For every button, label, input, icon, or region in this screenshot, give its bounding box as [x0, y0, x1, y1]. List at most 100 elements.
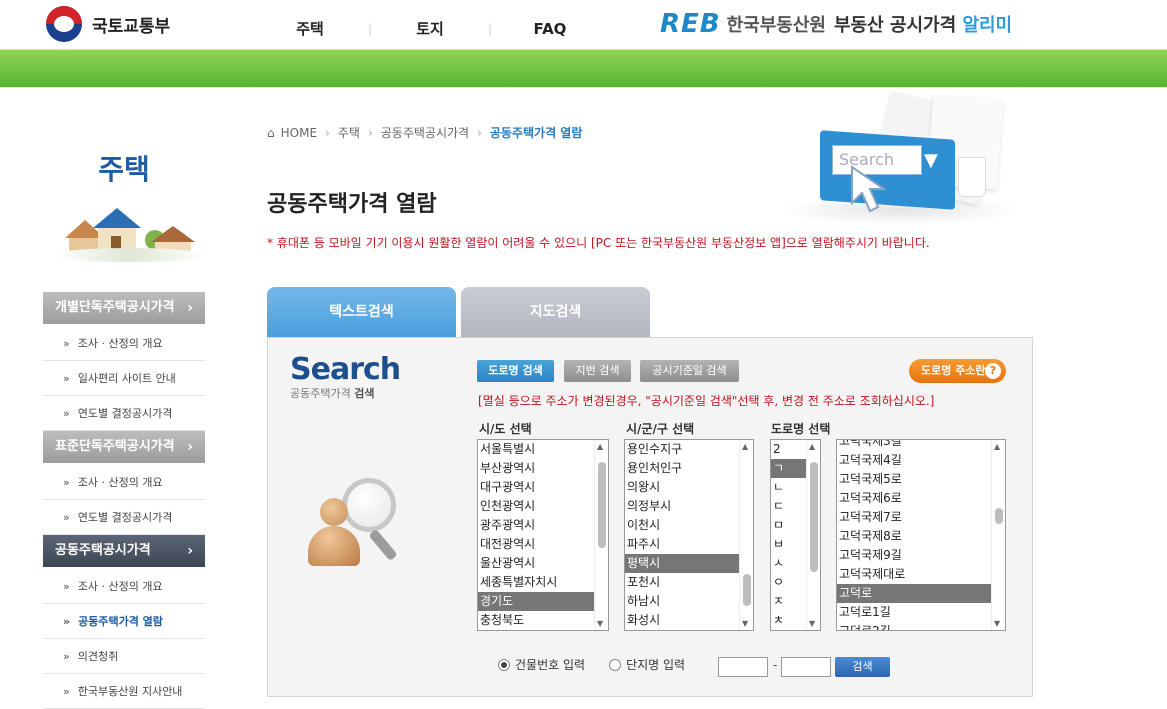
road-option[interactable]: 고덕국제7로 — [837, 508, 991, 527]
initial-option[interactable]: ㅁ — [771, 516, 806, 535]
initial-option[interactable]: ㄷ — [771, 497, 806, 516]
road-option[interactable]: 고덕국제8로 — [837, 527, 991, 546]
sido-option[interactable]: 경기도 — [478, 592, 594, 611]
radio-building-number[interactable] — [498, 658, 510, 671]
breadcrumb-item[interactable]: 공동주택공시가격 — [381, 124, 469, 141]
initial-option[interactable]: ㄴ — [771, 478, 806, 497]
radio-label: 단지명 입력 — [626, 658, 686, 672]
sidebar-group-individual[interactable]: 개별단독주택공시가격 › — [43, 292, 205, 324]
sigungu-option[interactable]: 의왕시 — [625, 478, 739, 497]
sidebar-item[interactable]: » 의견청취 — [43, 639, 205, 674]
scrollbar[interactable]: ▲ ▼ — [991, 440, 1005, 630]
scroll-thumb[interactable] — [995, 508, 1003, 524]
sigungu-label: 시/군/구 선택 — [626, 422, 695, 436]
scrollbar[interactable]: ▲ ▼ — [806, 440, 820, 630]
sidebar-group-apartment[interactable]: 공동주택공시가격 › — [43, 535, 205, 567]
road-option[interactable]: 고덕로2길 — [837, 622, 991, 630]
sidebar-item[interactable]: » 연도별 결정공시가격 — [43, 396, 205, 431]
initial-option[interactable]: ㅅ — [771, 554, 806, 573]
road-label: 도로명 선택 — [771, 422, 831, 436]
road-help-label: 도로명 주소란 — [921, 364, 986, 377]
road-option[interactable]: 고덕로 — [837, 584, 991, 603]
sidebar-group-standard[interactable]: 표준단독주택공시가격 › — [43, 431, 205, 463]
road-option[interactable]: 고덕국제3길 — [837, 440, 991, 451]
sidebar-item[interactable]: » 연도별 결정공시가격 — [43, 500, 205, 535]
home-icon: ⌂ — [267, 125, 275, 140]
sido-option[interactable]: 충청북도 — [478, 611, 594, 630]
nav-land[interactable]: 토지 — [390, 18, 470, 39]
scrollbar[interactable]: ▲ ▼ — [594, 440, 608, 630]
building-number-main-input[interactable] — [718, 657, 768, 677]
chevron-right-icon: › — [325, 125, 330, 140]
bullet-icon: » — [63, 615, 71, 628]
pencil-cup-icon — [958, 157, 986, 197]
search-logo: Search 공동주택가격 검색 — [290, 352, 401, 401]
road-option[interactable]: 고덕국제4길 — [837, 451, 991, 470]
scroll-thumb[interactable] — [743, 574, 751, 606]
sido-option[interactable]: 세종특별자치시 — [478, 573, 594, 592]
nav-housing[interactable]: 주택 — [270, 18, 350, 39]
sigungu-option[interactable]: 용인수지구 — [625, 440, 739, 459]
sigungu-option[interactable]: 평택시 — [625, 554, 739, 573]
road-option[interactable]: 고덕국제6로 — [837, 489, 991, 508]
sigungu-option[interactable]: 용인처인구 — [625, 459, 739, 478]
chevron-right-icon: › — [367, 125, 373, 140]
initial-option[interactable]: ㄱ — [771, 459, 806, 478]
road-name-select[interactable]: 고덕국제3길 고덕국제4길 고덕국제5로 고덕국제6로 고덕국제7로 고덕국제8로 고덕국제… — [836, 439, 1006, 631]
input-type-radios: 건물번호 입력 단지명 입력 — [498, 656, 709, 673]
tab-map-search[interactable]: 지도검색 — [461, 287, 650, 337]
sido-option[interactable]: 울산광역시 — [478, 554, 594, 573]
sigungu-select[interactable]: 용인수지구 용인처인구 의왕시 의정부시 이천시 파주시 평택시 포천시 하남시 화성시 ▲ ▼ — [624, 439, 754, 631]
ministry-logo[interactable]: 국토교통부 — [46, 5, 170, 43]
sido-option[interactable]: 인천광역시 — [478, 497, 594, 516]
road-address-help-button[interactable]: 도로명 주소란 ? — [909, 359, 1006, 383]
sido-select[interactable]: 서울특별시 부산광역시 대구광역시 인천광역시 광주광역시 대전광역시 울산광역시 세종특별자… — [477, 439, 609, 631]
sigungu-option[interactable]: 화성시 — [625, 611, 739, 630]
bullet-icon: » — [63, 650, 70, 663]
sidebar-item[interactable]: » 일사편리 사이트 안내 — [43, 361, 205, 396]
road-name-search-button[interactable]: 도로명 검색 — [477, 360, 554, 382]
sigungu-option[interactable]: 의정부시 — [625, 497, 739, 516]
breadcrumb-item[interactable]: 주택 — [338, 124, 360, 141]
scrollbar[interactable]: ▲ ▼ — [739, 440, 753, 630]
base-date-search-button[interactable]: 공시기준일 검색 — [640, 360, 739, 382]
reb-logo[interactable]: REB 한국부동산원 부동산 공시가격 알리미 — [660, 9, 1012, 39]
sido-option[interactable]: 대전광역시 — [478, 535, 594, 554]
sidebar-item-label: 조사 · 산정의 개요 — [77, 337, 163, 350]
road-initial-select[interactable]: 2ㄱㄴㄷㅁㅂㅅㅇㅈㅊ ▲ ▼ — [770, 439, 821, 631]
sidebar-item[interactable]: » 조사 · 산정의 개요 — [43, 569, 205, 604]
sidebar-item-current[interactable]: » 공동주택가격 열람 — [43, 604, 205, 639]
search-logo-sub-1: 공동주택가격 — [290, 387, 351, 400]
initial-option[interactable]: ㅊ — [771, 611, 806, 630]
sigungu-option[interactable]: 포천시 — [625, 573, 739, 592]
sido-option[interactable]: 대구광역시 — [478, 478, 594, 497]
breadcrumb-current: 공동주택가격 열람 — [489, 126, 583, 140]
initial-option[interactable]: 2 — [771, 440, 806, 459]
radio-complex-name[interactable] — [609, 658, 622, 671]
search-submit-button[interactable]: 검색 — [835, 657, 890, 677]
sido-option[interactable]: 서울특별시 — [478, 440, 594, 459]
sigungu-option[interactable]: 하남시 — [625, 592, 739, 611]
initial-option[interactable]: ㅇ — [771, 573, 806, 592]
breadcrumb-home[interactable]: HOME — [281, 126, 317, 140]
initial-option[interactable]: ㅈ — [771, 592, 806, 611]
tab-text-search[interactable]: 텍스트검색 — [267, 287, 456, 337]
sidebar-item[interactable]: » 조사 · 산정의 개요 — [43, 465, 205, 500]
sigungu-option[interactable]: 파주시 — [625, 535, 739, 554]
sido-option[interactable]: 부산광역시 — [478, 459, 594, 478]
building-number-sub-input[interactable] — [781, 657, 831, 677]
sidebar-item[interactable]: » 조사 · 산정의 개요 — [43, 326, 205, 361]
sigungu-option[interactable]: 이천시 — [625, 516, 739, 535]
sidebar-item-label: 조사 · 산정의 개요 — [77, 476, 163, 489]
lot-number-search-button[interactable]: 지번 검색 — [564, 360, 631, 382]
chevron-right-icon: › — [187, 543, 193, 559]
road-option[interactable]: 고덕로1길 — [837, 603, 991, 622]
scroll-thumb[interactable] — [598, 462, 606, 548]
sido-option[interactable]: 광주광역시 — [478, 516, 594, 535]
road-option[interactable]: 고덕국제9길 — [837, 546, 991, 565]
nav-faq[interactable]: FAQ — [510, 20, 590, 38]
initial-option[interactable]: ㅂ — [771, 535, 806, 554]
scroll-thumb[interactable] — [810, 462, 818, 572]
road-option[interactable]: 고덕국제대로 — [837, 565, 991, 584]
road-option[interactable]: 고덕국제5로 — [837, 470, 991, 489]
